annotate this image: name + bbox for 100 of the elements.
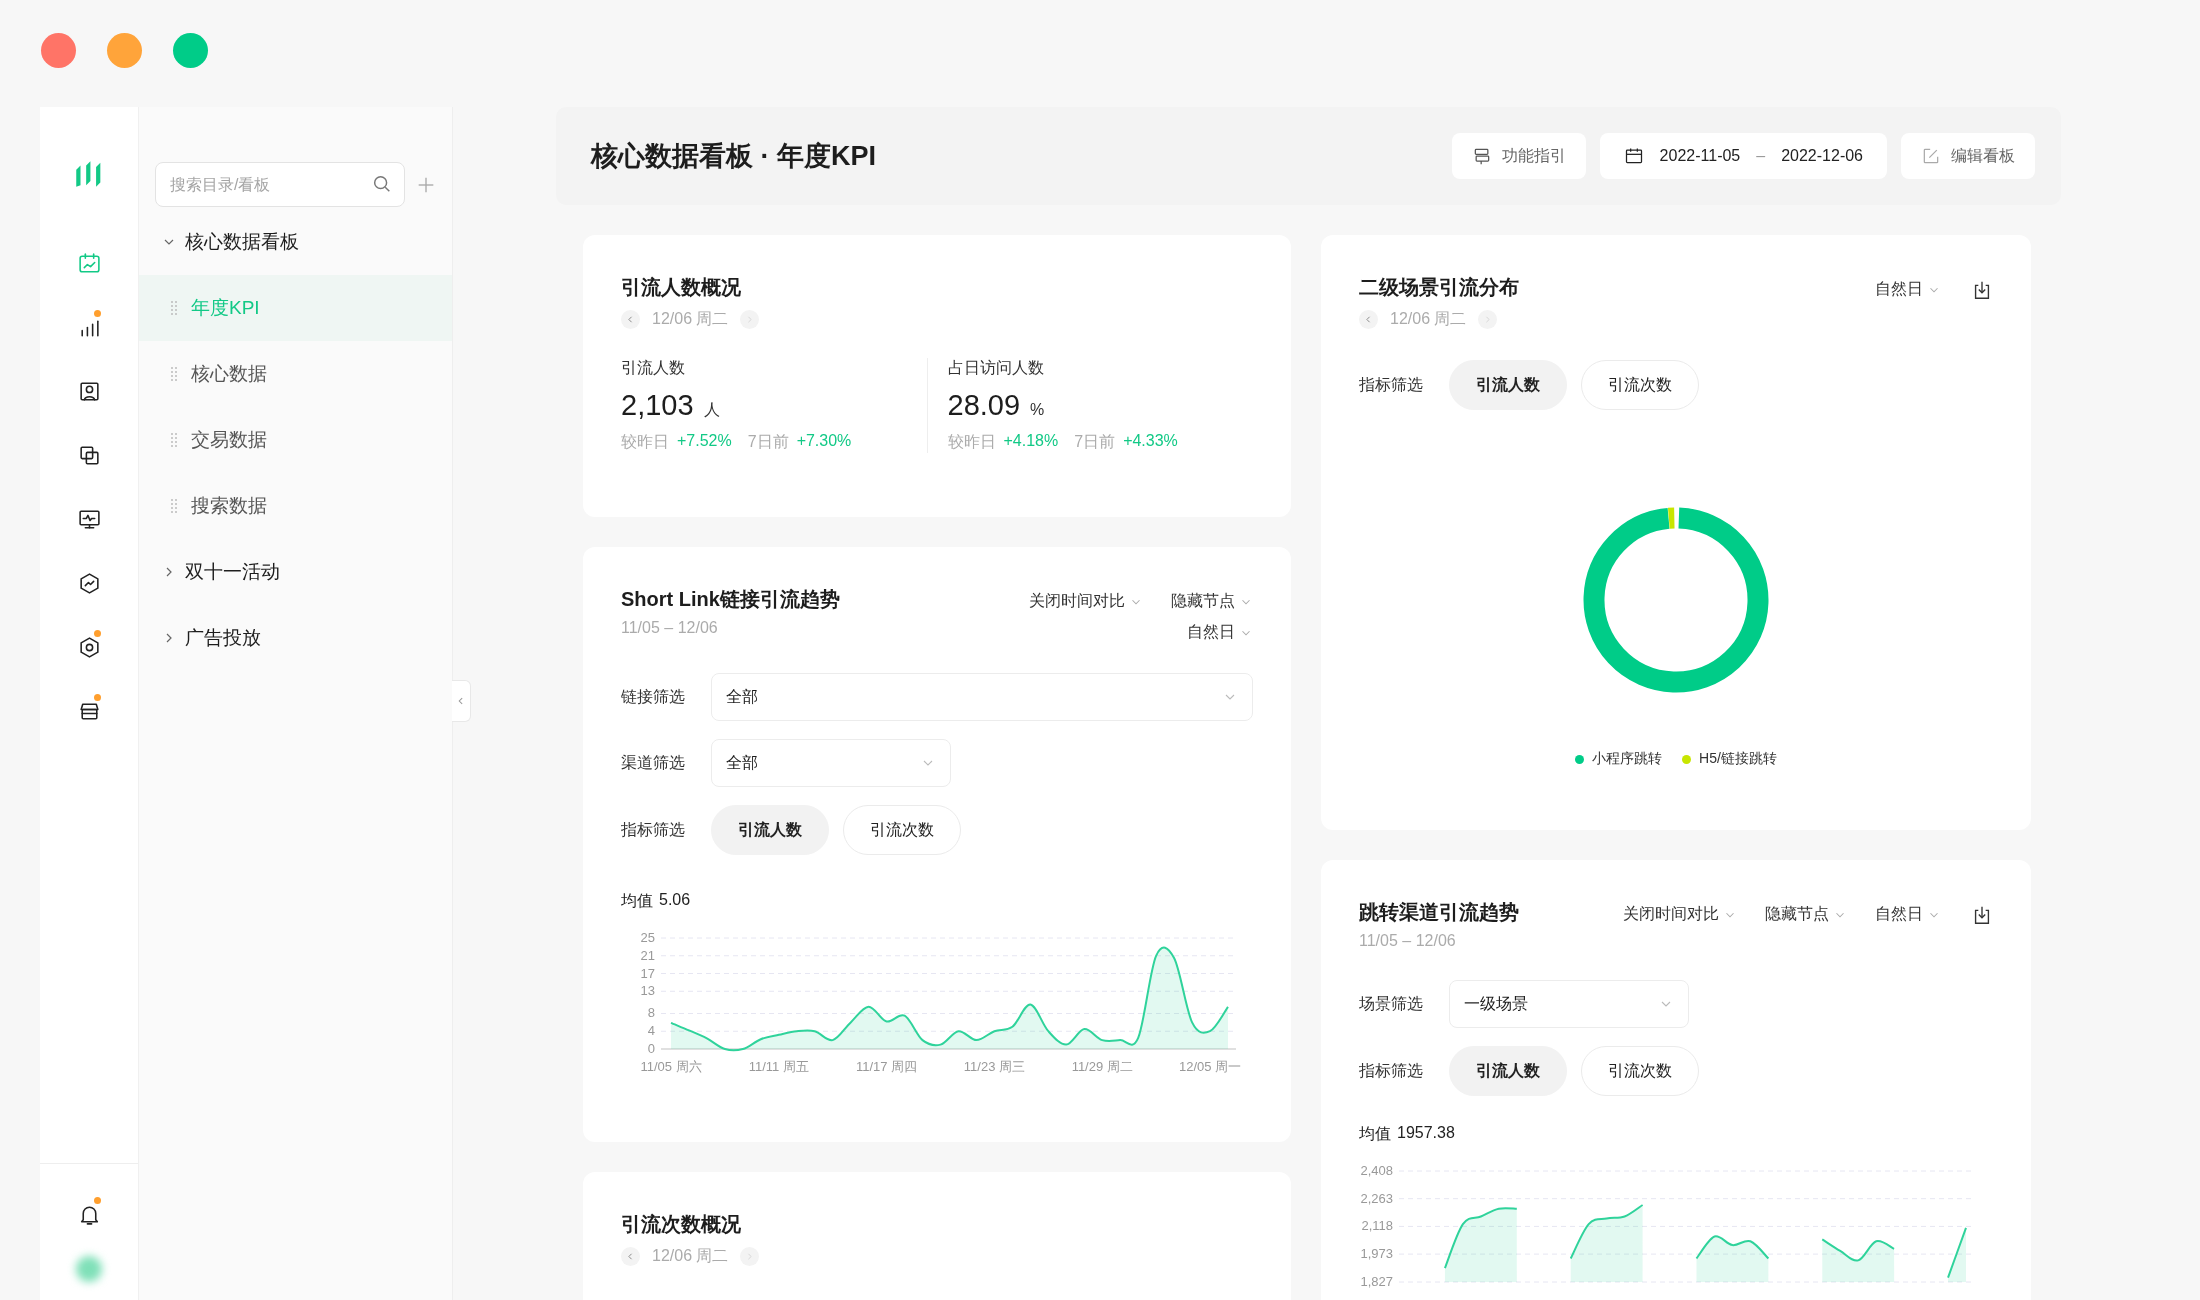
axis-label: 1,827 [1360, 1274, 1393, 1289]
metric-unit: 人 [703, 400, 720, 420]
page-title: 核心数据看板 · 年度KPI [591, 140, 876, 173]
dropdown-button[interactable]: 关闭时间对比 [1029, 591, 1143, 612]
drag-handle-icon[interactable] [171, 301, 177, 315]
change-value: +7.52% [677, 432, 732, 451]
axis-label: 11/11 周五 [748, 1059, 809, 1074]
average-label: 均值 [1359, 1124, 1391, 1144]
select-field[interactable]: 全部 [711, 739, 951, 787]
tree-item[interactable]: 核心数据 [139, 341, 452, 407]
card-title: Short Link链接引流趋势 [621, 587, 840, 612]
comparison-label: 较昨日 [621, 432, 669, 452]
previous-button[interactable] [621, 310, 640, 329]
axis-label: 1,973 [1360, 1246, 1393, 1262]
tree-group[interactable]: 核心数据看板 [139, 209, 452, 275]
item-label: 年度KPI [191, 296, 260, 320]
edit-button[interactable]: 编辑看板 [1901, 133, 2035, 179]
minimize-button[interactable] [107, 32, 142, 68]
item-label: 核心数据 [191, 362, 267, 386]
filter-chip[interactable]: 引流次数 [843, 805, 961, 855]
average-value: 5.06 [659, 891, 691, 910]
filter-chip[interactable]: 引流人数 [1449, 360, 1567, 410]
axis-label: 11/17 周四 [856, 1059, 918, 1074]
axis-label: 21 [640, 947, 655, 963]
legend-label: H5/链接跳转 [1699, 750, 1777, 768]
comparison-label: 较昨日 [947, 432, 996, 452]
start-date: 2022-11-05 [1659, 147, 1741, 165]
filter-chip[interactable]: 引流次数 [1581, 1046, 1699, 1096]
filter-label: 指标筛选 [1359, 1060, 1424, 1081]
axis-label: 2,118 [1361, 1218, 1393, 1234]
group-label: 广告投放 [185, 626, 261, 650]
item-label: 交易数据 [191, 428, 267, 452]
average-label: 均值 [621, 891, 653, 911]
drag-handle-icon[interactable] [171, 499, 177, 513]
previous-button[interactable] [1359, 310, 1378, 329]
dropdown-button[interactable]: 自然日 [1187, 622, 1253, 643]
calendar-chart-icon[interactable] [76, 250, 102, 276]
end-date: 2022-12-06 [1781, 147, 1863, 165]
comparison-label: 7日前 [747, 432, 789, 452]
tree-item[interactable]: 交易数据 [139, 407, 452, 473]
metric-value: 2,103 [621, 389, 694, 422]
avatar[interactable] [76, 1256, 102, 1282]
change-value: +4.18% [1003, 432, 1059, 451]
axis-label: 25 [640, 930, 655, 945]
drag-handle-icon[interactable] [171, 367, 177, 381]
metric-label: 占日访问人数 [947, 358, 1045, 378]
previous-button[interactable] [621, 1247, 640, 1266]
card-title: 二级场景引流分布 [1359, 275, 1519, 300]
tree-group[interactable]: 广告投放 [139, 605, 452, 671]
filter-label: 指标筛选 [621, 819, 686, 840]
dropdown-button[interactable]: 隐藏节点 [1171, 591, 1253, 612]
dropdown-button[interactable]: 隐藏节点 [1765, 904, 1847, 925]
axis-label: 13 [640, 983, 655, 999]
date-label: 12/06 周二 [652, 309, 729, 329]
filter-chip[interactable]: 引流次数 [1581, 360, 1699, 410]
filter-chip[interactable]: 引流人数 [711, 805, 829, 855]
average-value: 1957.38 [1397, 1124, 1455, 1143]
dropdown-button[interactable]: 关闭时间对比 [1623, 904, 1737, 925]
metric-value: 28.09 [947, 389, 1021, 422]
drag-handle-icon[interactable] [171, 433, 177, 447]
dropdown-button[interactable]: 自然日 [1875, 279, 1941, 300]
date-separator: – [1756, 147, 1766, 165]
filter-chip[interactable]: 引流人数 [1449, 1046, 1567, 1096]
tree-group[interactable]: 双十一活动 [139, 539, 452, 605]
axis-label: 11/29 周二 [1071, 1059, 1133, 1074]
axis-label: 2,263 [1360, 1190, 1393, 1206]
axis-label: 11/23 周三 [963, 1059, 1025, 1074]
select-field[interactable]: 一级场景 [1449, 980, 1689, 1028]
filter-label: 场景筛选 [1359, 993, 1424, 1014]
item-label: 搜索数据 [191, 494, 267, 518]
search-field[interactable]: 搜索目录/看板 [155, 162, 405, 207]
date-range: 11/05 – 12/06 [621, 619, 719, 637]
guide-button[interactable]: 功能指引 [1451, 133, 1586, 179]
filter-label: 链接筛选 [621, 686, 686, 707]
comparison-label: 7日前 [1074, 432, 1116, 452]
metric-label: 引流人数 [621, 358, 686, 378]
card-title: 引流人数概况 [621, 275, 742, 300]
group-label: 双十一活动 [185, 560, 280, 584]
metric-unit: % [1030, 401, 1045, 419]
date-label: 12/06 周二 [652, 1246, 729, 1266]
axis-label: 0 [647, 1041, 655, 1056]
collapse-button[interactable] [452, 680, 471, 722]
search-icon [371, 173, 393, 195]
select-field[interactable]: 全部 [711, 673, 1253, 721]
date-range-picker[interactable]: 2022-11-05 – 2022-12-06 [1599, 133, 1887, 179]
tree-item[interactable]: 搜索数据 [139, 473, 452, 539]
change-value: +4.33% [1123, 432, 1178, 451]
axis-label: 8 [647, 1005, 655, 1021]
calendar-icon [1623, 146, 1644, 166]
legend-label: 小程序跳转 [1592, 750, 1663, 768]
card-title: 引流次数概况 [621, 1212, 742, 1237]
card-title: 跳转渠道引流趋势 [1359, 900, 1519, 925]
edit-icon [1921, 146, 1941, 166]
axis-label: 17 [640, 965, 655, 981]
axis-label: 11/05 周六 [640, 1059, 702, 1074]
date-label: 12/06 周二 [1390, 309, 1467, 329]
close-button[interactable] [41, 32, 76, 68]
dropdown-button[interactable]: 自然日 [1875, 904, 1941, 925]
maximize-button[interactable] [173, 32, 208, 68]
filter-label: 渠道筛选 [621, 752, 686, 773]
